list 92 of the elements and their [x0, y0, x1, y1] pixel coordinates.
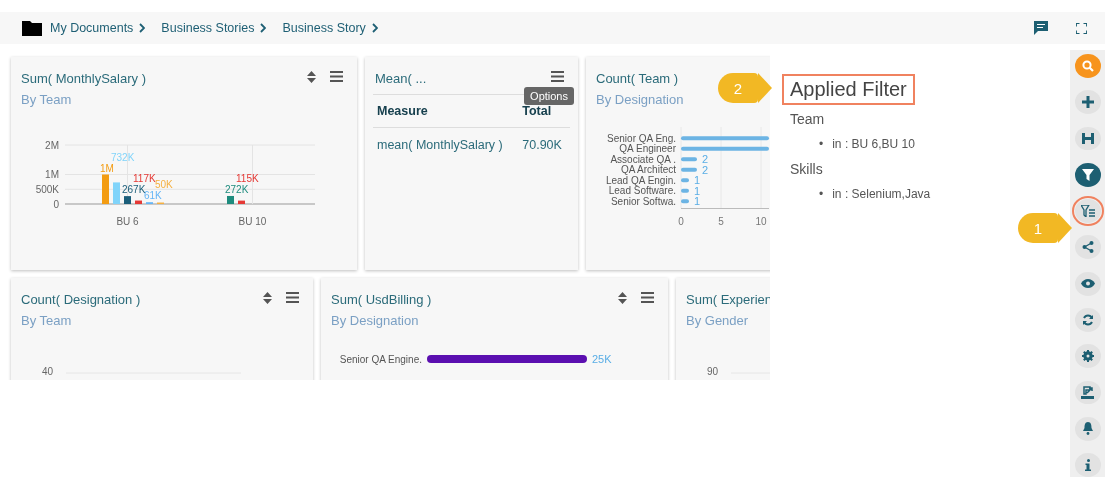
filter-value: in : Selenium,Java [832, 186, 931, 202]
axis-tick-label: 0 [53, 198, 59, 210]
card-subtitle: By Designation [595, 92, 685, 107]
data-label: 115K [236, 173, 259, 184]
category-label: Senior Softwa. [610, 195, 676, 207]
card-title: Count( Team ) [596, 71, 680, 86]
refresh-icon [1081, 313, 1094, 326]
filter-button[interactable] [1074, 162, 1101, 187]
share-icon [1081, 241, 1094, 254]
axis-tick-label: 10 [755, 215, 767, 227]
data-label: 732K [111, 151, 135, 163]
sort-icon[interactable] [263, 292, 272, 304]
filter-value: in : BU 6,BU 10 [832, 136, 915, 152]
plus-icon [1081, 96, 1094, 109]
column-header: Measure [373, 94, 519, 128]
data-label: 2 [702, 153, 709, 166]
add-button[interactable] [1074, 90, 1101, 115]
settings-button[interactable] [1074, 344, 1101, 369]
tooltip: Options [524, 87, 574, 105]
folder-icon [22, 20, 42, 36]
fullscreen-icon[interactable] [1076, 22, 1087, 34]
export-button[interactable] [1074, 380, 1101, 405]
category-label: QA Engineer [619, 143, 676, 155]
card-title: Sum( MonthlySalary ) [21, 71, 147, 86]
data-label: 50K [155, 179, 173, 191]
data-label: 1 [694, 184, 701, 197]
panel-title: Applied Filter [782, 74, 915, 105]
card-title: Mean( ... [375, 71, 428, 86]
data-label: 1M [100, 162, 114, 174]
share-button[interactable] [1074, 235, 1101, 260]
axis-tick-label: 5 [718, 215, 724, 227]
category-label: BU 6 [116, 216, 139, 227]
table-cell: mean( MonthlySalary ) [373, 127, 519, 162]
info-icon [1084, 459, 1091, 472]
axis-tick-label: 500K [35, 183, 59, 195]
data-label: 117K [133, 173, 156, 185]
data-label: 2 [702, 163, 709, 176]
card-subtitle: By Gender [685, 313, 750, 328]
chevron-icon [260, 23, 267, 33]
category-label: BU 10 [238, 216, 267, 227]
export-icon [1081, 386, 1094, 400]
table-cell: 70.90K [518, 127, 570, 162]
data-label: 1 [694, 174, 701, 187]
card-subtitle: By Team [20, 313, 73, 328]
bullet-mark: • [819, 186, 824, 202]
axis-tick-label: 40 [41, 366, 53, 377]
info-button[interactable] [1074, 453, 1101, 477]
filter-list-icon [1080, 205, 1095, 218]
filter-group-name: Team [790, 111, 826, 127]
category-label: Lead Software. [608, 185, 676, 197]
view-button[interactable] [1074, 271, 1101, 296]
menu-icon[interactable] [551, 71, 564, 82]
filter-icon [1081, 168, 1094, 181]
data-label: 61K [144, 190, 162, 202]
bell-button[interactable] [1074, 416, 1101, 441]
card-subtitle: By Designation [330, 313, 420, 328]
sort-icon[interactable] [307, 71, 316, 83]
filter-list-button[interactable] [1074, 199, 1101, 223]
eye-icon [1080, 279, 1095, 289]
menu-icon[interactable] [330, 71, 343, 82]
menu-icon[interactable] [286, 292, 299, 303]
category-label: QA Architect [620, 164, 676, 176]
bullet-mark: • [819, 136, 824, 152]
breadcrumb-link[interactable]: My Documents [50, 21, 134, 35]
card-title: Sum( UsdBilling ) [331, 292, 433, 307]
data-label: 1 [694, 195, 701, 208]
comment-icon[interactable] [1034, 21, 1048, 35]
bell-icon [1081, 422, 1094, 436]
card-subtitle: By Team [20, 92, 73, 107]
save-icon [1081, 133, 1094, 144]
sort-icon[interactable] [618, 292, 627, 304]
card-title: Count( Designation ) [21, 292, 142, 307]
filter-group-name: Skills [790, 161, 824, 177]
data-label: 272K [225, 184, 249, 195]
axis-tick-label: 90 [706, 366, 718, 377]
gear-icon [1081, 350, 1094, 363]
breadcrumb-link[interactable]: Business Story [282, 21, 366, 35]
axis-tick-label: 1M [45, 169, 59, 180]
breadcrumb-link[interactable]: Business Stories [161, 21, 255, 35]
data-label: 25K [592, 353, 612, 365]
axis-tick-label: 0 [678, 215, 684, 227]
chevron-icon [371, 23, 378, 33]
menu-icon[interactable] [641, 292, 654, 303]
save-button[interactable] [1074, 126, 1101, 151]
category-label: Senior QA Engine. [339, 353, 422, 365]
search-icon [1081, 59, 1094, 72]
chevron-icon [139, 23, 146, 33]
category-label: Lead QA Engin. [605, 174, 676, 186]
axis-tick-label: 2M [45, 139, 59, 151]
refresh-button[interactable] [1074, 308, 1101, 332]
category-label: Associate QA . [610, 153, 676, 165]
category-label: Senior QA Eng. [607, 132, 676, 144]
